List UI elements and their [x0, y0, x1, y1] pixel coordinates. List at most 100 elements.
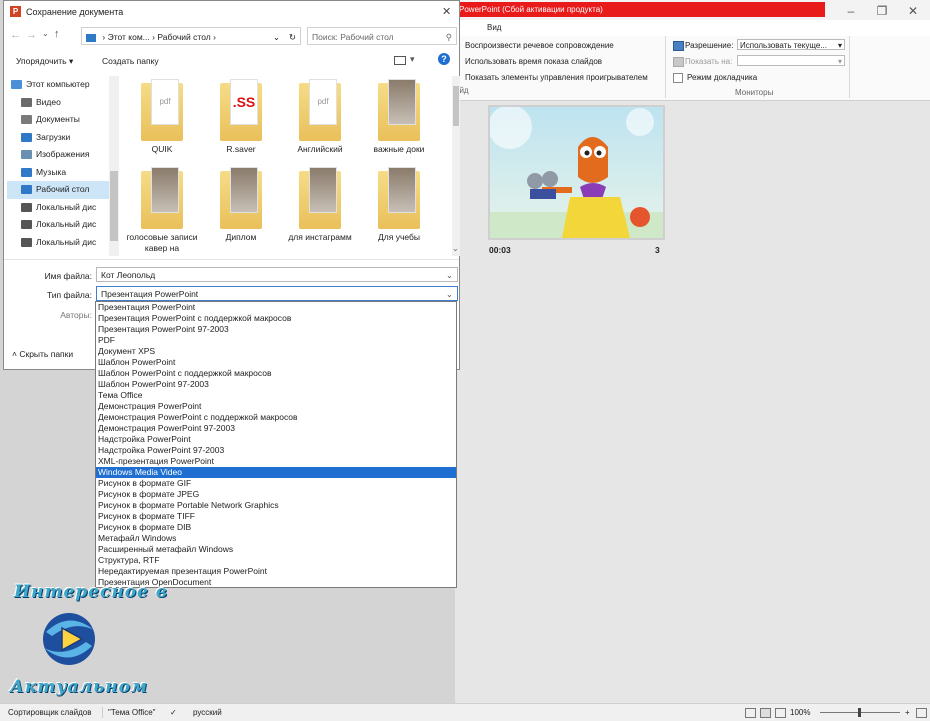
filetype-option[interactable]: PDF [96, 335, 456, 346]
tab-view[interactable]: Вид [487, 23, 501, 32]
tree-item[interactable]: Документы [7, 111, 109, 129]
filetype-option[interactable]: Презентация PowerPoint с поддержкой макр… [96, 313, 456, 324]
forward-icon[interactable]: → [26, 29, 37, 41]
refresh-icon[interactable]: ↻ [289, 28, 296, 44]
folder-item[interactable]: для инстаграмм [280, 164, 360, 252]
filetype-option[interactable]: Демонстрация PowerPoint 97-2003 [96, 423, 456, 434]
filename-label: Имя файла: [44, 271, 92, 281]
tree-item[interactable]: Локальный дис [7, 216, 109, 234]
voice-over-option[interactable]: Воспроизвести речевое сопровождение [465, 41, 614, 50]
folder-item[interactable]: голосовые записи кавер на [122, 164, 202, 253]
presenter-mode-option[interactable]: Режим докладчика [673, 73, 757, 83]
help-icon[interactable]: ? [438, 53, 450, 65]
filetype-option[interactable]: Структура, RTF [96, 555, 456, 566]
filetype-option[interactable]: Windows Media Video [96, 467, 456, 478]
folder-item[interactable]: .SS R.saver [201, 76, 281, 164]
filetype-option[interactable]: Шаблон PowerPoint 97-2003 [96, 379, 456, 390]
show-on-select[interactable]: ▾ [737, 55, 845, 66]
filename-input[interactable]: Кот Леопольд ⌄ [96, 267, 458, 282]
filetype-option[interactable]: Документ XPS [96, 346, 456, 357]
up-icon[interactable]: ↑ [54, 28, 60, 40]
resolution-label: Разрешение: [685, 41, 734, 50]
address-bar[interactable]: › Этот ком... › Рабочий стол › ⌄ ↻ [81, 27, 301, 45]
zoom-in-icon[interactable]: + [905, 704, 910, 721]
filetype-option[interactable]: Презентация PowerPoint [96, 302, 456, 313]
minimize-icon[interactable]: – [843, 4, 859, 18]
tree-item[interactable]: Рабочий стол [7, 181, 109, 199]
tree-item[interactable]: Этот компьютер [7, 76, 109, 94]
chevron-down-icon[interactable]: ▾ [410, 54, 415, 65]
filetype-option[interactable]: Презентация PowerPoint 97-2003 [96, 324, 456, 335]
chevron-down-icon[interactable]: ⌄ [273, 28, 280, 44]
filetype-option[interactable]: Шаблон PowerPoint с поддержкой макросов [96, 368, 456, 379]
file-scroll-thumb[interactable] [453, 86, 459, 126]
normal-view-icon[interactable] [745, 708, 756, 718]
filetype-option[interactable]: Надстройка PowerPoint 97-2003 [96, 445, 456, 456]
resolution-select[interactable]: Использовать текуще... ▾ [737, 39, 845, 50]
folder-item[interactable]: Диплом [201, 164, 281, 252]
filetype-option[interactable]: XML-презентация PowerPoint [96, 456, 456, 467]
restore-icon[interactable]: ❐ [874, 4, 890, 18]
show-controls-option[interactable]: Показать элементы управления проигрывате… [465, 73, 648, 82]
filetype-option[interactable]: Рисунок в формате Portable Network Graph… [96, 500, 456, 511]
recent-locations-icon[interactable]: ⌄ [42, 29, 49, 38]
folder-item[interactable]: важные доки [359, 76, 439, 164]
view-options-icon[interactable] [394, 56, 406, 65]
use-timings-option[interactable]: Использовать время показа слайдов [465, 57, 602, 66]
tree-item[interactable]: Музыка [7, 164, 109, 182]
tree-scrollbar[interactable] [109, 76, 119, 256]
tree-item[interactable]: Изображения [7, 146, 109, 164]
filetype-option[interactable]: Демонстрация PowerPoint [96, 401, 456, 412]
folder-item[interactable]: pdf QUIK [122, 76, 202, 164]
tree-item[interactable]: Локальный дис [7, 234, 109, 252]
organize-button[interactable]: Упорядочить ▾ [16, 56, 73, 67]
zoom-slider-thumb[interactable] [858, 708, 861, 717]
close-window-icon[interactable]: ✕ [905, 4, 921, 18]
view-mode-label: Сортировщик слайдов [8, 708, 92, 717]
slide-sorter-view-icon[interactable] [760, 708, 771, 718]
language-label[interactable]: русский [193, 704, 222, 721]
filetype-option[interactable]: Шаблон PowerPoint [96, 357, 456, 368]
chevron-down-icon[interactable]: ⌄ [446, 287, 453, 302]
filename-value: Кот Леопольд [101, 270, 156, 280]
scroll-down-icon[interactable]: ⌄ [452, 244, 459, 253]
drive-icon [21, 237, 32, 247]
breadcrumb-desktop[interactable]: Рабочий стол [157, 32, 210, 42]
filetype-select[interactable]: Презентация PowerPoint ⌄ [96, 286, 458, 301]
reading-view-icon[interactable] [775, 708, 786, 718]
tree-item[interactable]: Видео [7, 94, 109, 112]
spellcheck-icon[interactable]: ✓ [170, 704, 177, 721]
back-icon[interactable]: ← [10, 29, 21, 41]
tree-item[interactable]: Локальный дис [7, 199, 109, 217]
presenter-mode-checkbox[interactable] [673, 73, 683, 83]
tree-scroll-thumb[interactable] [110, 171, 118, 241]
filetype-option[interactable]: Рисунок в формате TIFF [96, 511, 456, 522]
folder-item[interactable]: pdf Английский [280, 76, 360, 164]
monitors-group-label: Мониторы [735, 88, 774, 97]
filetype-option[interactable]: Расширенный метафайл Windows [96, 544, 456, 555]
filetype-option[interactable]: Метафайл Windows [96, 533, 456, 544]
filetype-option[interactable]: Тема Office [96, 390, 456, 401]
filetype-option[interactable]: Демонстрация PowerPoint с поддержкой мак… [96, 412, 456, 423]
chevron-down-icon[interactable]: ⌄ [446, 268, 453, 283]
filetype-option[interactable]: Рисунок в формате JPEG [96, 489, 456, 500]
search-input[interactable]: Поиск: Рабочий стол ⚲ [307, 27, 457, 45]
slide-thumbnail[interactable] [488, 105, 665, 240]
close-icon[interactable]: ✕ [442, 5, 451, 18]
filetype-option[interactable]: Нередактируемая презентация PowerPoint [96, 566, 456, 577]
documents-icon [21, 115, 32, 125]
breadcrumb-computer[interactable]: Этот ком... [108, 32, 150, 42]
filetype-option[interactable]: Надстройка PowerPoint [96, 434, 456, 445]
folder-preview: pdf [309, 79, 337, 125]
drive-icon [21, 202, 32, 212]
hide-folders-button[interactable]: ˄ Скрыть папки [12, 349, 73, 359]
navigation-bar: ← → ⌄ ↑ › Этот ком... › Рабочий стол › ⌄… [4, 25, 459, 47]
fit-slide-icon[interactable] [916, 708, 927, 718]
zoom-level[interactable]: 100% [790, 704, 810, 721]
filetype-option[interactable]: Рисунок в формате GIF [96, 478, 456, 489]
file-list-scrollbar[interactable]: ⌄ [452, 76, 460, 256]
folder-item[interactable]: Для учебы [359, 164, 439, 252]
new-folder-button[interactable]: Создать папку [102, 56, 159, 66]
filetype-option[interactable]: Рисунок в формате DIB [96, 522, 456, 533]
tree-item[interactable]: Загрузки [7, 129, 109, 147]
